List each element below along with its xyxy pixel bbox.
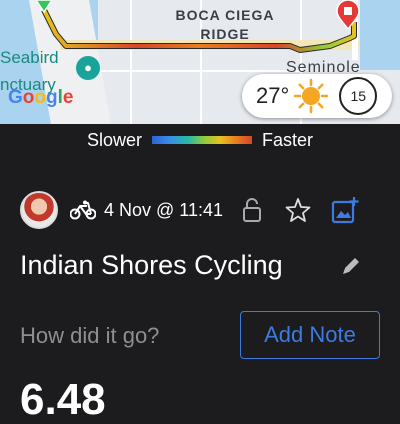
speed-gradient-bar [152, 136, 252, 144]
wind-speed-dial: 15 [339, 77, 378, 115]
finish-pin-icon [336, 0, 360, 30]
temperature-value: 27° [256, 83, 290, 108]
google-logo: Google [8, 87, 74, 108]
route-map[interactable]: BOCA CIEGA RIDGE Seabird nctuary Seminol… [0, 0, 400, 124]
weather-pill: 27° 15 [242, 74, 392, 118]
star-icon[interactable] [285, 197, 311, 223]
map-label-seabird: Seabird [0, 48, 59, 67]
activity-title: Indian Shores Cycling [20, 250, 283, 280]
camera-poi-icon[interactable]: ● [76, 56, 100, 80]
edit-pencil-icon[interactable] [340, 255, 362, 277]
speed-legend: Slower Faster [0, 126, 400, 154]
note-prompt: How did it go? [20, 323, 160, 348]
activity-meta-row: 4 Nov @ 11:41 [20, 190, 390, 230]
unlocked-icon[interactable] [241, 197, 263, 223]
add-note-button[interactable]: Add Note [240, 311, 380, 359]
map-label-line: RIDGE [200, 26, 250, 42]
bicycle-icon [70, 200, 96, 220]
add-photo-icon[interactable] [331, 196, 359, 224]
distance-value: 6.48 [20, 375, 106, 424]
map-label-boca-ciega: BOCA CIEGA RIDGE [160, 6, 290, 44]
map-label-line: BOCA CIEGA [175, 7, 275, 23]
avatar[interactable] [20, 191, 58, 229]
legend-faster-label: Faster [262, 129, 314, 150]
wind-speed-value: 15 [350, 88, 367, 104]
activity-date-time: 4 Nov @ 11:41 [104, 199, 224, 220]
legend-slower-label: Slower [86, 129, 142, 150]
start-pin-icon [35, 0, 53, 14]
sun-icon [294, 78, 329, 114]
